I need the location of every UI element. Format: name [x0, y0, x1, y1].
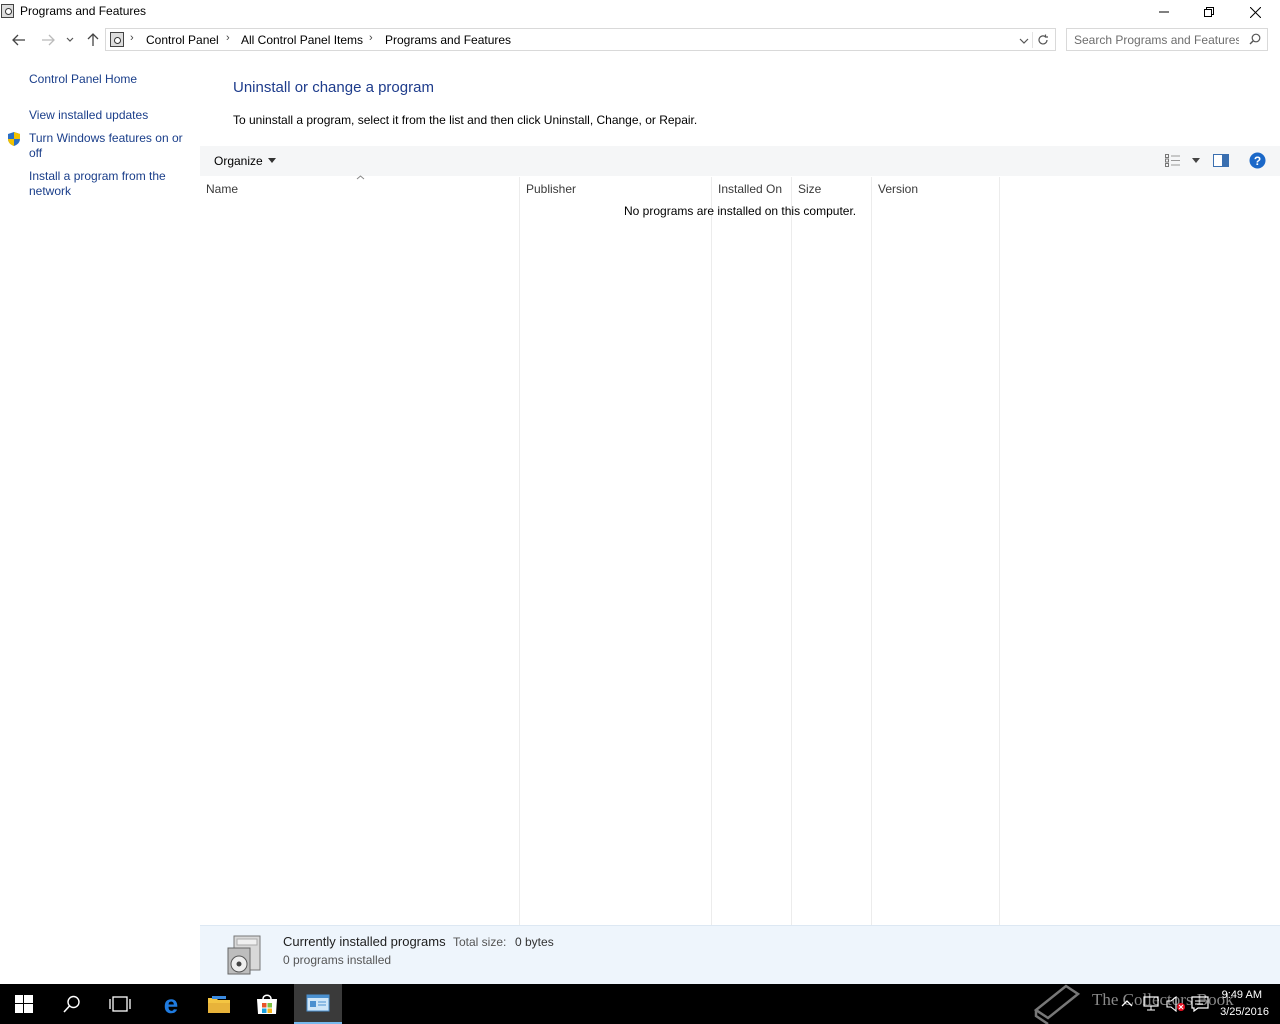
breadcrumb-all-control-panel-items[interactable]: All Control Panel Items	[241, 33, 363, 47]
search-input[interactable]	[1074, 32, 1239, 48]
title-bar: Programs and Features	[0, 0, 1280, 24]
back-button[interactable]	[8, 29, 30, 51]
windows-logo-icon	[15, 995, 33, 1013]
programs-and-features-icon	[1, 4, 14, 18]
total-size-label: Total size:	[453, 935, 507, 949]
breadcrumb-separator-icon: ›	[369, 32, 373, 44]
file-explorer-taskbar-button[interactable]	[195, 984, 243, 1024]
install-from-network-link[interactable]: Install a program from the network	[29, 169, 179, 199]
start-button[interactable]	[0, 984, 48, 1024]
column-header-size[interactable]: Size	[798, 182, 821, 196]
task-view-icon	[109, 996, 131, 1012]
control-panel-icon	[110, 32, 124, 47]
chevron-down-icon	[66, 37, 74, 42]
column-header-publisher[interactable]: Publisher	[526, 182, 576, 196]
refresh-icon	[1037, 34, 1048, 45]
breadcrumb-separator-icon: ›	[130, 32, 134, 44]
column-header-version[interactable]: Version	[878, 182, 918, 196]
navigation-bar: › Control Panel › All Control Panel Item…	[0, 26, 1280, 54]
search-box[interactable]	[1066, 28, 1268, 51]
page-description: To uninstall a program, select it from t…	[233, 113, 698, 127]
column-divider[interactable]	[999, 177, 1000, 925]
arrow-up-icon	[87, 33, 99, 46]
clock-time[interactable]: 9:49 AM	[1222, 989, 1262, 1001]
arrow-right-icon	[42, 34, 55, 46]
action-center-icon[interactable]	[1191, 996, 1209, 1012]
refresh-button[interactable]	[1032, 32, 1052, 48]
minimize-icon	[1159, 11, 1169, 13]
help-icon[interactable]: ?	[1249, 152, 1266, 169]
details-pane: Currently installed programs Total size:…	[200, 925, 1280, 984]
control-panel-home-link[interactable]: Control Panel Home	[29, 72, 189, 87]
details-title: Currently installed programs	[283, 934, 446, 949]
minimize-button[interactable]	[1141, 0, 1187, 24]
edge-taskbar-button[interactable]: e	[147, 984, 195, 1024]
sort-ascending-icon	[356, 175, 365, 180]
control-panel-taskbar-button[interactable]	[294, 984, 342, 1024]
organize-button[interactable]: Organize	[214, 154, 263, 168]
window-title: Programs and Features	[20, 4, 147, 18]
edge-browser-icon: e	[164, 993, 178, 1015]
recent-locations-button[interactable]	[61, 29, 79, 51]
search-icon	[63, 995, 80, 1013]
volume-muted-icon[interactable]	[1166, 996, 1186, 1012]
watermark-text: The Collectors Book	[1092, 990, 1234, 1009]
column-divider[interactable]	[519, 177, 520, 925]
view-installed-updates-link[interactable]: View installed updates	[29, 108, 189, 123]
close-icon	[1249, 6, 1261, 18]
store-bag-icon	[257, 994, 277, 1014]
command-bar: Organize ?	[200, 146, 1280, 176]
column-header-installed-on[interactable]: Installed On	[718, 182, 782, 196]
control-panel-icon	[306, 994, 330, 1012]
search-icon[interactable]	[1249, 33, 1261, 45]
windows-features-link[interactable]: Turn Windows features on or off	[29, 131, 187, 161]
uac-shield-icon	[8, 132, 20, 146]
empty-list-message: No programs are installed on this comput…	[624, 204, 857, 218]
store-taskbar-button[interactable]	[243, 984, 291, 1024]
column-divider[interactable]	[711, 177, 712, 925]
close-button[interactable]	[1232, 0, 1278, 24]
total-size-value: 0 bytes	[515, 935, 554, 949]
book-watermark-icon	[1033, 984, 1081, 1024]
taskbar: e The Collectors Book 9:49 AM 3/25/2016	[0, 984, 1280, 1024]
clock-date[interactable]: 3/25/2016	[1220, 1006, 1269, 1018]
preview-pane-icon[interactable]	[1213, 154, 1229, 167]
view-details-icon[interactable]	[1165, 154, 1181, 167]
programs-installer-icon	[227, 935, 261, 975]
column-divider[interactable]	[791, 177, 792, 925]
programs-count: 0 programs installed	[283, 953, 392, 967]
view-options-dropdown-icon[interactable]	[1192, 158, 1200, 164]
svg-text:?: ?	[1254, 154, 1261, 168]
restore-icon	[1204, 7, 1214, 17]
taskbar-search-button[interactable]	[48, 984, 96, 1024]
up-button[interactable]	[82, 29, 104, 51]
file-explorer-icon	[208, 996, 230, 1013]
organize-dropdown-icon[interactable]	[268, 158, 276, 163]
chevron-down-icon	[1019, 38, 1029, 44]
network-icon[interactable]	[1142, 996, 1160, 1012]
restore-button[interactable]	[1186, 0, 1232, 24]
address-history-button[interactable]	[1019, 34, 1029, 48]
address-bar[interactable]: › Control Panel › All Control Panel Item…	[105, 28, 1056, 51]
forward-button[interactable]	[37, 29, 59, 51]
arrow-left-icon	[12, 34, 25, 46]
column-header-name[interactable]: Name	[206, 182, 238, 196]
breadcrumb-separator-icon: ›	[226, 32, 230, 44]
svg-text:e: e	[164, 993, 178, 1015]
show-hidden-icons-icon[interactable]	[1121, 999, 1133, 1007]
page-title: Uninstall or change a program	[233, 79, 434, 96]
column-divider[interactable]	[871, 177, 872, 925]
task-view-button[interactable]	[96, 984, 144, 1024]
breadcrumb-programs-and-features[interactable]: Programs and Features	[385, 33, 511, 47]
breadcrumb-control-panel[interactable]: Control Panel	[146, 33, 219, 47]
